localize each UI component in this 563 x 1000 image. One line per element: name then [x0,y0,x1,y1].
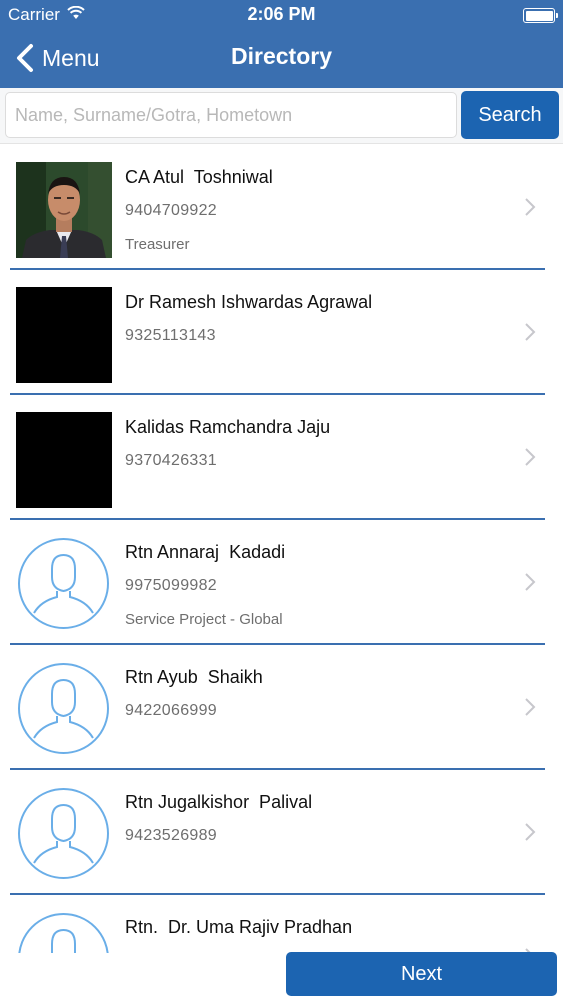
search-bar: Search [0,88,563,144]
avatar-placeholder-icon [18,788,109,879]
directory-list: CA Atul Toshniwal 9404709922 Treasurer D… [0,145,563,953]
chevron-right-icon [525,698,536,716]
avatar-placeholder-icon [18,913,109,953]
next-button[interactable]: Next [286,952,557,996]
page-title: Directory [231,43,332,69]
member-name: Rtn Ayub Shaikh [125,667,263,687]
member-phone: 9325113143 [125,327,216,344]
member-phone: 9422066999 [125,702,217,719]
list-item[interactable]: Rtn Annaraj Kadadi 9975099982 Service Pr… [0,520,563,645]
member-role: Treasurer [125,236,190,253]
member-phone: 9423526989 [125,827,217,844]
member-name: Rtn. Dr. Uma Rajiv Pradhan [125,917,353,937]
member-photo [16,162,112,258]
search-button[interactable]: Search [461,91,559,139]
member-name: Dr Ramesh Ishwardas Agrawal [125,292,373,312]
chevron-right-icon [525,198,536,216]
member-role: Service Project - Global [125,611,283,628]
list-item[interactable]: Rtn Ayub Shaikh 9422066999 [0,645,563,770]
member-name: CA Atul Toshniwal [125,167,273,187]
member-phone: 9370426331 [125,452,217,469]
member-photo [16,287,112,383]
member-phone: 9404709922 [125,202,217,219]
chevron-right-icon [525,823,536,841]
member-phone: 9975099982 [125,577,217,594]
chevron-right-icon [525,323,536,341]
member-name: Kalidas Ramchandra Jaju [125,417,331,437]
list-item[interactable]: CA Atul Toshniwal 9404709922 Treasurer [0,145,563,270]
member-name: Rtn Annaraj Kadadi [125,542,286,562]
app-header: Carrier 2:06 PM Menu Directory [0,0,563,88]
list-item[interactable]: Rtn. Dr. Uma Rajiv Pradhan [0,895,563,953]
chevron-right-icon [525,573,536,591]
member-photo [16,412,112,508]
list-item[interactable]: Kalidas Ramchandra Jaju 9370426331 [0,395,563,520]
avatar-placeholder-icon [18,663,109,754]
list-item[interactable]: Dr Ramesh Ishwardas Agrawal 9325113143 [0,270,563,395]
list-item[interactable]: Rtn Jugalkishor Palival 9423526989 [0,770,563,895]
status-time: 2:06 PM [247,4,316,24]
avatar-placeholder-icon [18,538,109,629]
member-name: Rtn Jugalkishor Palival [125,792,313,812]
status-bar: Carrier 2:06 PM [0,0,563,30]
chevron-right-icon [525,448,536,466]
search-input[interactable] [5,92,457,138]
navigation-bar: Menu Directory [0,30,563,88]
battery-icon [523,8,558,23]
